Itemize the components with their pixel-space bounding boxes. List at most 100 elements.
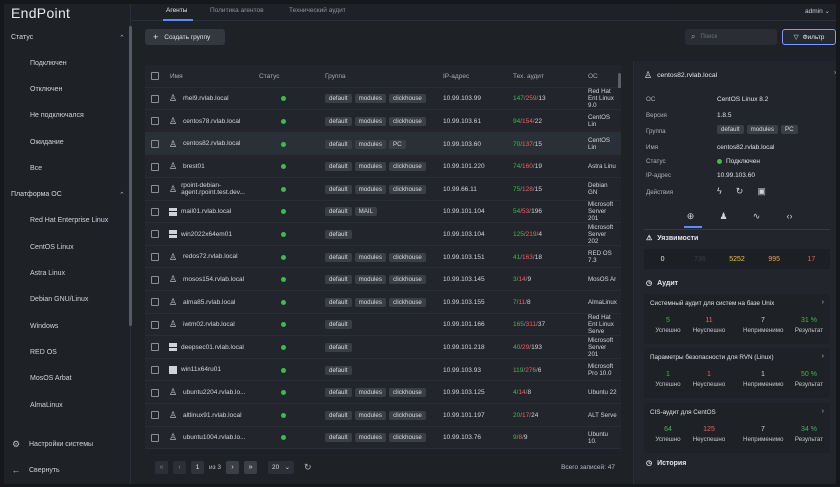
prev-page-button[interactable]: ‹ (173, 460, 186, 474)
row-checkbox[interactable] (151, 427, 159, 450)
group-tag[interactable]: modules (354, 116, 386, 126)
group-tag[interactable]: default (325, 252, 352, 262)
row-checkbox[interactable] (151, 268, 159, 291)
agent-name[interactable]: ♙ mosos154.rvlab.local (169, 268, 257, 291)
last-page-button[interactable]: » (244, 460, 258, 474)
group-tag[interactable]: default (325, 297, 352, 307)
vuln-summary[interactable]: 0 736 5252 995 17 (644, 249, 830, 269)
table-row[interactable]: ♙ rpoint-debian-agent.rpoint.test.dev... d… (145, 178, 621, 201)
group-tag[interactable]: default (325, 116, 352, 126)
group-tag[interactable]: modules (354, 410, 386, 420)
group-tag[interactable]: modules (354, 433, 386, 443)
row-checkbox[interactable] (151, 314, 159, 337)
group-tag[interactable]: modules (354, 388, 386, 398)
row-checkbox[interactable] (151, 223, 159, 246)
tab-agent-policy[interactable]: Политика агентов (210, 7, 264, 14)
col-os[interactable]: ОС (588, 65, 598, 88)
agent-name[interactable]: deepsec01.rvlab.local (169, 336, 257, 359)
sidebar-item-status-3[interactable]: Ожидание (30, 139, 64, 146)
group-tag[interactable]: MAIL (354, 207, 378, 217)
col-ip[interactable]: IP-адрес (443, 65, 469, 88)
group-tag[interactable]: modules (354, 297, 386, 307)
settings-link[interactable]: ⚙ Настройки системы (11, 439, 93, 450)
group-tag[interactable]: clickhouse (388, 410, 426, 420)
group-tag[interactable]: modules (746, 125, 778, 134)
sidebar-item-os-2[interactable]: Astra Linux (30, 270, 65, 277)
filter-button[interactable]: ▽ Фильтр (782, 29, 836, 45)
table-row[interactable]: ♙ brest01 default modules clickhouse 10.99.10… (145, 155, 621, 178)
table-row[interactable]: ♙ redos72.rvlab.local default modules clickh… (145, 245, 621, 269)
group-tag[interactable]: modules (354, 162, 386, 172)
audit-card[interactable]: Системный аудит для систем на базе Unix ›… (644, 294, 830, 344)
refresh-icon[interactable]: ↻ (304, 462, 312, 473)
sidebar-item-os-5[interactable]: RED OS (30, 349, 57, 356)
agent-name[interactable]: ♙ redos72.rvlab.local (169, 246, 257, 269)
group-tag[interactable]: default (325, 320, 352, 330)
sidebar-item-os-1[interactable]: CentOS Linux (30, 244, 74, 251)
group-tag[interactable]: modules (354, 184, 386, 194)
collapse-link[interactable]: ← Свернуть (11, 465, 60, 475)
agent-name[interactable]: win11x64ru01 (169, 359, 257, 382)
agent-name[interactable]: ♙ rhel9.rvlab.local (169, 88, 257, 111)
sidebar-item-status-0[interactable]: Подключен (30, 60, 67, 67)
activity-icon[interactable]: ∿ (750, 211, 763, 222)
agent-name[interactable]: ♙ rpoint-debian-agent.rpoint.test.dev... (169, 178, 257, 201)
agent-name[interactable]: ♙ altlinux91.rvlab.local (169, 404, 257, 427)
row-checkbox[interactable] (151, 336, 159, 359)
row-checkbox[interactable] (151, 381, 159, 404)
refresh-icon[interactable]: ↻ (736, 186, 744, 197)
lightning-icon[interactable]: ϟ (717, 186, 722, 197)
group-tag[interactable]: default (325, 162, 352, 172)
group-tag[interactable]: default (325, 388, 352, 398)
row-checkbox[interactable] (151, 133, 159, 156)
audit-card[interactable]: CIS-аудит для CentOS › 64 Успешно 125 Неуспеш… (644, 403, 830, 453)
users-icon[interactable]: ♟ (717, 211, 730, 222)
group-tag[interactable]: modules (354, 94, 386, 104)
row-checkbox[interactable] (151, 178, 159, 201)
close-icon[interactable]: × (834, 70, 836, 77)
agent-name[interactable]: ♙ centos78.rvlab.local (169, 110, 257, 133)
row-checkbox[interactable] (151, 155, 159, 178)
sidebar-item-os-7[interactable]: AlmaLinux (30, 402, 63, 409)
table-row[interactable]: ♙ centos78.rvlab.local default modules click… (145, 110, 621, 133)
table-row[interactable]: ♙ altlinux91.rvlab.local default modules cli… (145, 404, 621, 427)
sidebar-item-status-2[interactable]: Не подключался (30, 112, 84, 119)
sidebar-item-os-0[interactable]: Red Hat Enterprise Linux (30, 217, 108, 224)
table-row[interactable]: ♙ centos82.rvlab.local default modules PC 10.… (145, 132, 621, 156)
row-checkbox[interactable] (151, 110, 159, 133)
group-tag[interactable]: clickhouse (388, 433, 426, 443)
row-checkbox[interactable] (151, 201, 159, 224)
col-audit[interactable]: Тех. аудит (513, 65, 544, 88)
table-row[interactable]: ♙ alma85.rvlab.local default modules clickho… (145, 291, 621, 314)
status-section-header[interactable]: Статус ⌃ (11, 34, 125, 42)
group-tag[interactable]: default (325, 184, 352, 194)
col-name[interactable]: Имя (170, 65, 183, 88)
group-tag[interactable]: clickhouse (388, 184, 426, 194)
table-row[interactable]: win11x64ru01 default 10.99.103.93 119/276/6… (145, 358, 621, 382)
group-tag[interactable]: modules (354, 275, 386, 285)
create-group-button[interactable]: + Создать группу (145, 29, 225, 45)
tab-agents[interactable]: Агенты (166, 7, 187, 14)
group-tag[interactable]: default (325, 229, 352, 239)
group-tag[interactable]: clickhouse (388, 116, 426, 126)
calendar-icon[interactable]: ▣ (757, 186, 766, 197)
group-tag[interactable]: default (325, 207, 352, 217)
table-row[interactable]: mail01.rvlab.local default MAIL 10.99.101.1… (145, 200, 621, 224)
agent-name[interactable]: ♙ ubuntu1004.rvlab.lo... (169, 427, 257, 450)
sidebar-item-os-3[interactable]: Debian GNU/Linux (30, 296, 88, 303)
table-row[interactable]: ♙ iwtm02.rvlab.local default 10.99.101.166 1… (145, 313, 621, 337)
group-tag[interactable]: clickhouse (388, 252, 426, 262)
user-menu[interactable]: admin ⌄ (805, 7, 830, 15)
page-number[interactable]: 1 (191, 460, 204, 474)
select-all-checkbox[interactable] (151, 65, 159, 88)
agent-name[interactable]: ♙ centos82.rvlab.local (169, 133, 257, 156)
group-tag[interactable]: modules (354, 139, 386, 149)
sidebar-item-status-4[interactable]: Все (30, 165, 42, 172)
col-status[interactable]: Статус (259, 65, 280, 88)
table-row[interactable]: ♙ ubuntu2204.rvlab.lo... default modules cli… (145, 381, 621, 404)
group-tag[interactable]: default (325, 139, 352, 149)
group-tag[interactable]: clickhouse (388, 94, 426, 104)
row-checkbox[interactable] (151, 246, 159, 269)
group-tag[interactable]: default (325, 365, 352, 375)
agent-name[interactable]: mail01.rvlab.local (169, 201, 257, 224)
